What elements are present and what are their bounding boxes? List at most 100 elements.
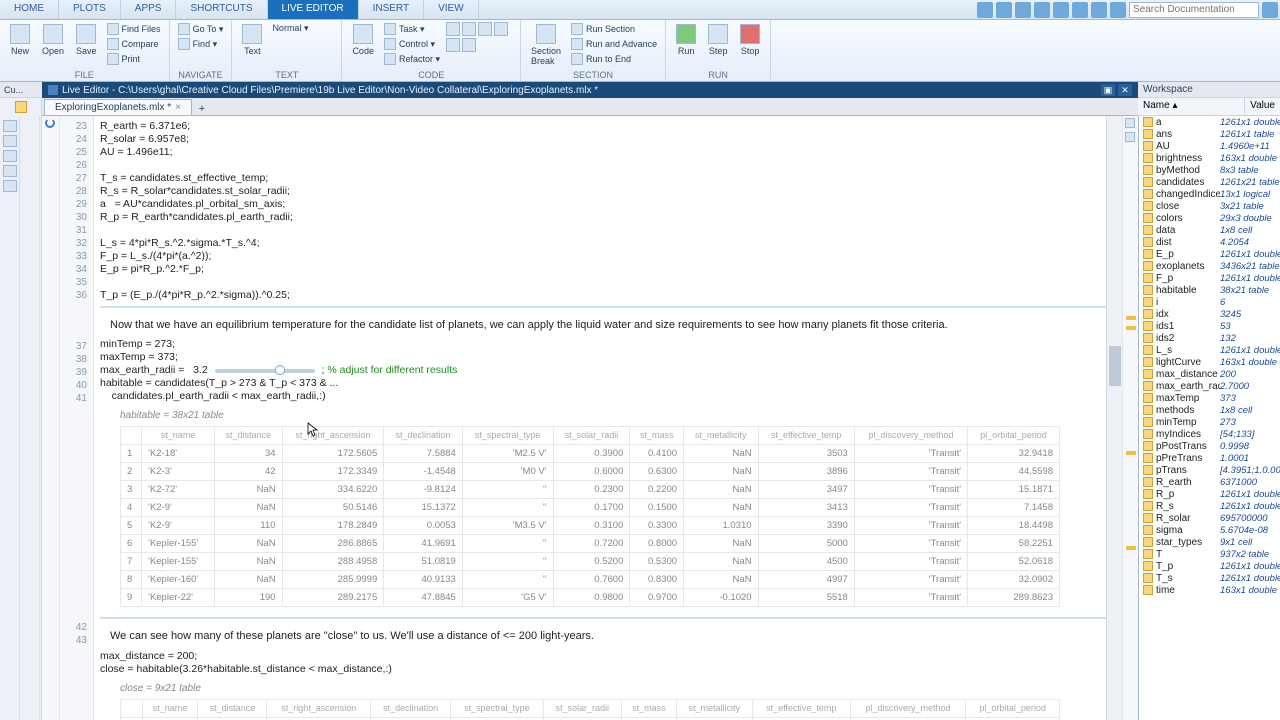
workspace-variable-row[interactable]: pPostTrans0.9998 — [1139, 440, 1280, 452]
align-icon[interactable] — [304, 51, 318, 65]
workspace-variable-row[interactable]: ids2132 — [1139, 332, 1280, 344]
folder-item-icon[interactable] — [3, 165, 17, 177]
workspace-variable-row[interactable]: exoplanets3436x21 table — [1139, 260, 1280, 272]
workspace-variable-row[interactable]: i6 — [1139, 296, 1280, 308]
text-button[interactable]: Text — [238, 22, 266, 58]
workspace-variable-row[interactable]: pTrans[4.3951;1.0.009] — [1139, 464, 1280, 476]
open-button[interactable]: Open — [38, 22, 68, 58]
stop-button[interactable]: Stop — [736, 22, 764, 58]
workspace-variable-row[interactable]: T_s1261x1 double — [1139, 572, 1280, 584]
workspace-variable-row[interactable]: R_p1261x1 double — [1139, 488, 1280, 500]
workspace-variable-row[interactable]: T_p1261x1 double — [1139, 560, 1280, 572]
file-tab[interactable]: ExploringExoplanets.mlx *× — [44, 99, 192, 115]
output-inline-icon[interactable] — [1125, 118, 1135, 128]
workspace-variable-row[interactable]: methods1x8 cell — [1139, 404, 1280, 416]
workspace-variable-row[interactable]: max_distance200 — [1139, 368, 1280, 380]
numlist-icon[interactable] — [287, 51, 301, 65]
italic-icon[interactable] — [287, 36, 301, 50]
workspace-variable-row[interactable]: byMethod8x3 table — [1139, 164, 1280, 176]
workspace-variable-row[interactable]: sigma5.6704e-08 — [1139, 524, 1280, 536]
workspace-variable-row[interactable]: candidates1261x21 table — [1139, 176, 1280, 188]
uncomment-icon[interactable] — [462, 22, 476, 36]
code-button[interactable]: Code — [348, 22, 378, 58]
tab-view[interactable]: VIEW — [424, 0, 479, 19]
workspace-variable-row[interactable]: habitable38x21 table — [1139, 284, 1280, 296]
workspace-variable-row[interactable]: idx3245 — [1139, 308, 1280, 320]
run-to-end-button[interactable]: Run to End — [569, 52, 659, 66]
workspace-variable-row[interactable]: ids153 — [1139, 320, 1280, 332]
close-tab-icon[interactable]: × — [175, 102, 181, 113]
tab-apps[interactable]: APPS — [121, 0, 177, 19]
qat-icon[interactable] — [977, 2, 993, 18]
qat-icon[interactable] — [1072, 2, 1088, 18]
folder-item-icon[interactable] — [3, 135, 17, 147]
workspace-variable-row[interactable]: R_solar695700000 — [1139, 512, 1280, 524]
control-button[interactable]: Control ▾ — [382, 37, 442, 51]
workspace-variable-row[interactable]: L_s1261x1 double — [1139, 344, 1280, 356]
comment-icon[interactable] — [446, 22, 460, 36]
workspace-variable-row[interactable]: R_s1261x1 double — [1139, 500, 1280, 512]
workspace-variable-row[interactable]: T937x2 table — [1139, 548, 1280, 560]
workspace-variable-row[interactable]: data1x8 cell — [1139, 224, 1280, 236]
style-dropdown[interactable]: Normal ▾ — [270, 22, 335, 35]
goto-button[interactable]: Go To ▾ — [176, 22, 226, 36]
qat-icon[interactable] — [1015, 2, 1031, 18]
workspace-variable-row[interactable]: star_types9x1 cell — [1139, 536, 1280, 548]
workspace-variable-row[interactable]: pPreTrans1.0001 — [1139, 452, 1280, 464]
tab-shortcuts[interactable]: SHORTCUTS — [176, 0, 267, 19]
workspace-variable-row[interactable]: E_p1261x1 double — [1139, 248, 1280, 260]
workspace-variable-row[interactable]: maxTemp373 — [1139, 392, 1280, 404]
compare-button[interactable]: Compare — [105, 37, 163, 51]
new-button[interactable]: New — [6, 22, 34, 58]
code-editor[interactable]: R_earth = 6.371e6;R_solar = 6.957e8;AU =… — [94, 116, 1106, 720]
step-button[interactable]: Step — [704, 22, 732, 58]
qat-icon[interactable] — [996, 2, 1012, 18]
workspace-variable-row[interactable]: lightCurve163x1 double — [1139, 356, 1280, 368]
add-tab-button[interactable]: + — [194, 103, 210, 115]
help-icon[interactable] — [1110, 2, 1126, 18]
qat-icon[interactable] — [1053, 2, 1069, 18]
folder-icon[interactable] — [15, 101, 27, 113]
task-button[interactable]: Task ▾ — [382, 22, 442, 36]
qat-icon[interactable] — [1034, 2, 1050, 18]
mono-icon[interactable] — [321, 36, 335, 50]
workspace-variable-row[interactable]: a1261x1 double — [1139, 116, 1280, 128]
workspace-variable-row[interactable]: changedIndices13x1 logical — [1139, 188, 1280, 200]
list-icon[interactable] — [270, 51, 284, 65]
tab-plots[interactable]: PLOTS — [59, 0, 121, 19]
tab-live-editor[interactable]: LIVE EDITOR — [268, 0, 359, 19]
folder-item-icon[interactable] — [3, 180, 17, 192]
workspace-variable-row[interactable]: colors29x3 double — [1139, 212, 1280, 224]
output-right-icon[interactable] — [1125, 132, 1135, 142]
workspace-variable-row[interactable]: AU1.4960e+11 — [1139, 140, 1280, 152]
workspace-variable-row[interactable]: brightness163x1 double — [1139, 152, 1280, 164]
find-button[interactable]: Find ▾ — [176, 37, 226, 51]
workspace-col-value[interactable]: Value — [1245, 98, 1280, 115]
save-button[interactable]: Save — [72, 22, 101, 58]
workspace-variable-row[interactable]: R_earth6371000 — [1139, 476, 1280, 488]
workspace-variable-row[interactable]: time163x1 double — [1139, 584, 1280, 596]
workspace-variable-row[interactable]: myIndices[54;133] — [1139, 428, 1280, 440]
find-files-button[interactable]: Find Files — [105, 22, 163, 36]
workspace-variable-row[interactable]: ans1261x1 table — [1139, 128, 1280, 140]
qat-icon[interactable] — [1091, 2, 1107, 18]
run-section-button[interactable]: Run Section — [569, 22, 659, 36]
workspace-variable-row[interactable]: dist4.2054 — [1139, 236, 1280, 248]
bold-icon[interactable] — [270, 36, 284, 50]
search-documentation-input[interactable] — [1129, 2, 1259, 18]
section-break-button[interactable]: Section Break — [527, 22, 565, 68]
workspace-variable-row[interactable]: F_p1261x1 double — [1139, 272, 1280, 284]
workspace-variable-row[interactable]: close3x21 table — [1139, 200, 1280, 212]
smartindent-icon[interactable] — [462, 38, 476, 52]
editor-scrollbar[interactable] — [1106, 116, 1122, 720]
run-button[interactable]: Run — [672, 22, 700, 58]
underline-icon[interactable] — [304, 36, 318, 50]
wrap-icon[interactable] — [478, 22, 492, 36]
workspace-variable-row[interactable]: minTemp273 — [1139, 416, 1280, 428]
close-editor-icon[interactable]: ✕ — [1118, 84, 1132, 96]
tab-insert[interactable]: INSERT — [359, 0, 425, 19]
print-button[interactable]: Print — [105, 52, 163, 66]
indent-icon[interactable] — [494, 22, 508, 36]
workspace-variable-row[interactable]: max_earth_radii2.7000 — [1139, 380, 1280, 392]
output-right-icon[interactable]: ▣ — [1101, 84, 1115, 96]
